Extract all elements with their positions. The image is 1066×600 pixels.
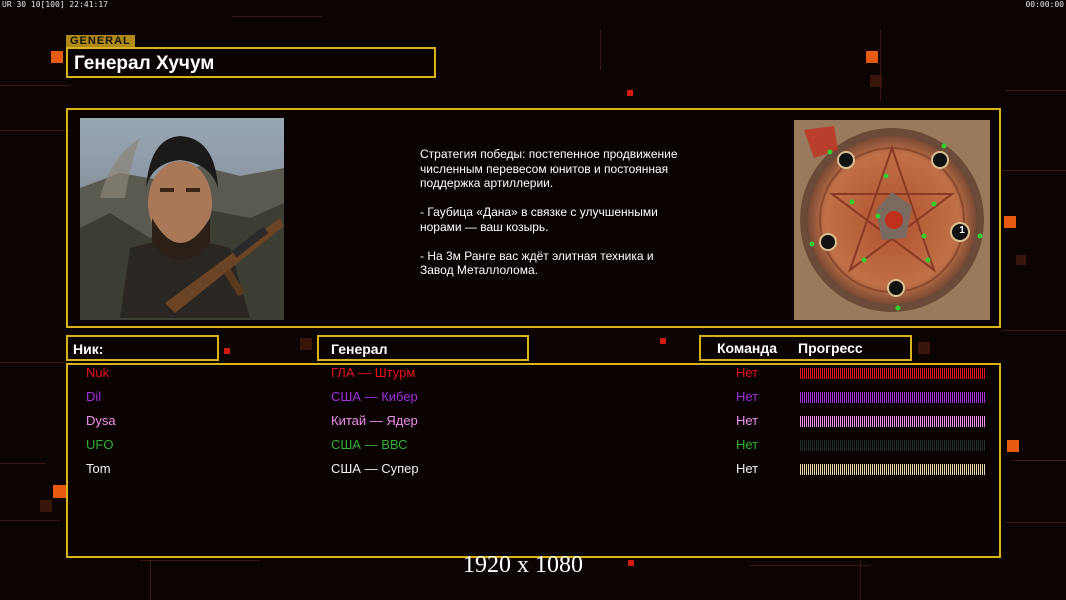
- description-paragraph: - На 3м Ранге вас ждёт элитная техника и…: [420, 248, 654, 278]
- player-general: США — Супер: [331, 461, 419, 476]
- nick-header: Ник:: [73, 341, 104, 357]
- player-team: Нет: [736, 461, 759, 476]
- player-nick: Dysa: [86, 413, 116, 428]
- resolution-label: 1920 x 1080: [463, 552, 583, 578]
- player-general: США — Кибер: [331, 389, 418, 404]
- description-paragraph: Стратегия победы: постепенное продвижени…: [420, 147, 678, 190]
- general-header: Генерал: [331, 341, 388, 357]
- team-header: Команда: [717, 340, 777, 356]
- player-team: Нет: [736, 389, 759, 404]
- player-team: Нет: [736, 413, 759, 428]
- page-title: Генерал Хучум: [74, 53, 215, 74]
- player-nick: Dil: [86, 389, 102, 404]
- hud-status: UR 30 10[100] 22:41:17: [2, 0, 108, 9]
- progress-bar: [800, 464, 986, 475]
- player-nick: Tom: [86, 461, 111, 476]
- strategy-description: Стратегия победы: постепенное продвижени…: [420, 147, 680, 292]
- hud-clock: 00:00:00: [1025, 0, 1064, 9]
- progress-bar: [800, 368, 986, 379]
- player-team: Нет: [736, 437, 759, 452]
- progress-bar: [800, 440, 986, 451]
- progress-header: Прогресс: [798, 340, 863, 356]
- description-paragraph: - Гаубица «Дана» в связке с улучшенными …: [420, 205, 658, 234]
- player-nick: UFO: [86, 437, 114, 452]
- player-general: ГЛА — Штурм: [331, 365, 416, 380]
- progress-bar: [800, 416, 986, 427]
- player-nick: Nuk: [86, 365, 110, 380]
- player-general: США — ВВС: [331, 437, 408, 452]
- minimap-slot-label: 1: [959, 225, 965, 236]
- player-general: Китай — Ядер: [331, 413, 418, 428]
- general-portrait: [80, 118, 284, 320]
- minimap[interactable]: 1: [794, 120, 990, 320]
- progress-bar: [800, 392, 986, 403]
- player-team: Нет: [736, 365, 759, 380]
